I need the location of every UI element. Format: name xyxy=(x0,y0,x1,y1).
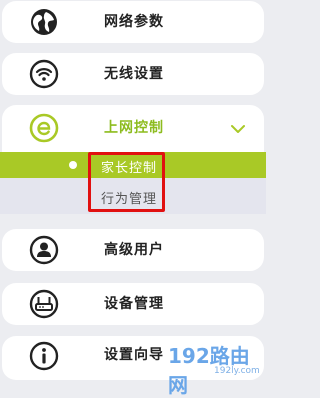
router-icon xyxy=(29,289,59,319)
menu-item-internet-control[interactable]: 上网控制 xyxy=(2,105,264,152)
menu-label-network-params: 网络参数 xyxy=(104,14,164,30)
menu-item-wireless-settings[interactable]: 无线设置 xyxy=(2,53,264,95)
menu-label-setup-wizard: 设置向导 xyxy=(104,347,164,363)
wifi-icon xyxy=(29,59,59,89)
red-highlight-box xyxy=(88,152,165,212)
menu-label-advanced-users: 高级用户 xyxy=(104,242,164,258)
menu-label-internet-control: 上网控制 xyxy=(104,120,164,136)
globe-icon xyxy=(31,9,57,35)
watermark-sub-text: 192ly.com xyxy=(214,366,260,376)
info-icon xyxy=(29,341,59,371)
watermark-logo: 192路由网 192ly.com xyxy=(168,340,264,397)
chevron-down-icon[interactable] xyxy=(230,121,246,137)
menu-item-device-management[interactable]: 设备管理 xyxy=(2,283,264,325)
menu-item-network-params[interactable]: 网络参数 xyxy=(2,1,264,43)
menu-item-advanced-users[interactable]: 高级用户 xyxy=(2,229,264,271)
menu-label-wireless-settings: 无线设置 xyxy=(104,66,164,82)
active-dot-icon xyxy=(69,161,77,169)
user-icon xyxy=(29,235,59,265)
internet-e-icon xyxy=(29,113,59,143)
menu-label-device-management: 设备管理 xyxy=(104,296,164,312)
